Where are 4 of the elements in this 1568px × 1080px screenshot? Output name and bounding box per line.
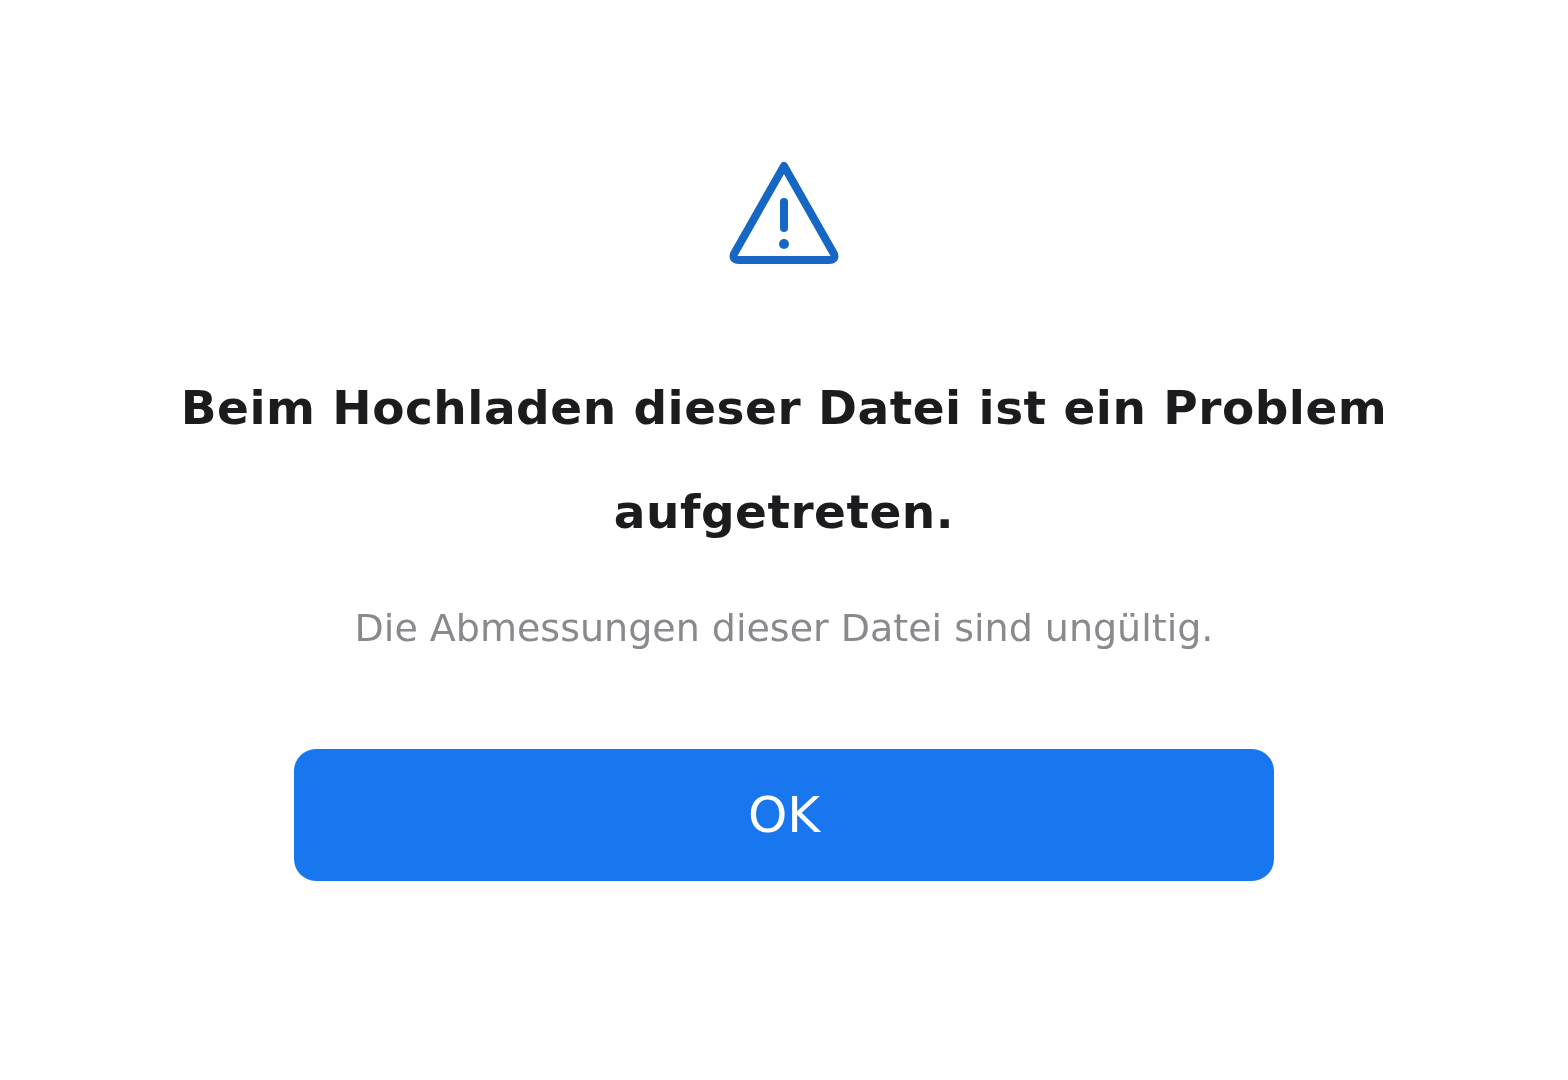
ok-button[interactable]: OK	[294, 749, 1274, 881]
warning-icon	[728, 160, 840, 264]
dialog-title: Beim Hochladen dieser Datei ist ein Problem aufgetreten.	[179, 379, 1389, 541]
dialog-message: Die Abmessungen dieser Datei sind ungültig.	[354, 605, 1214, 652]
